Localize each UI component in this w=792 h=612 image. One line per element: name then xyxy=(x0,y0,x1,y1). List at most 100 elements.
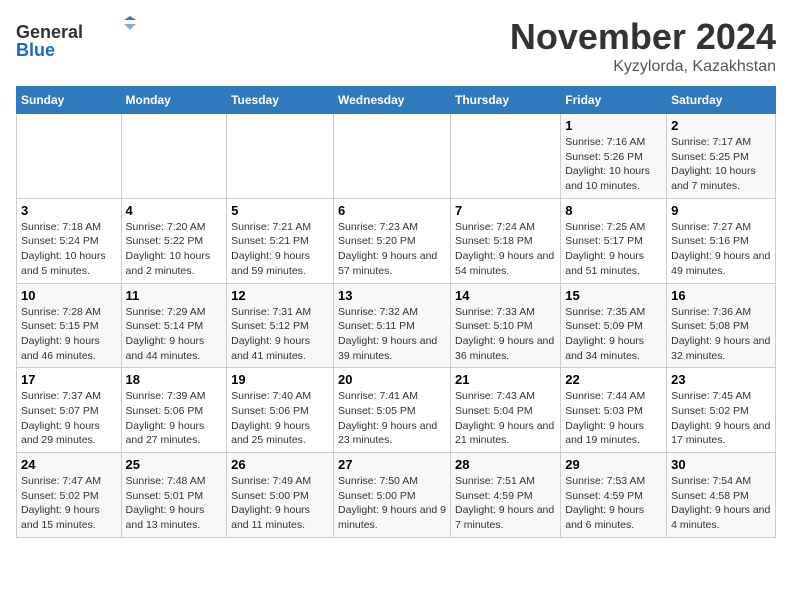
table-cell: 20 Sunrise: 7:41 AM Sunset: 5:05 PM Dayli… xyxy=(334,368,451,453)
table-cell: 16Sunrise: 7:36 AM Sunset: 5:08 PM Dayli… xyxy=(667,283,776,368)
table-cell: 9Sunrise: 7:27 AM Sunset: 5:16 PM Daylig… xyxy=(667,198,776,283)
table-cell: 22 Sunrise: 7:44 AM Sunset: 5:03 PM Dayli… xyxy=(561,368,667,453)
day-info: Sunrise: 7:53 AM Sunset: 4:59 PM Dayligh… xyxy=(565,474,662,533)
day-number: 19 xyxy=(231,372,329,387)
location-title: Kyzylorda, Kazakhstan xyxy=(510,58,776,76)
table-cell: 27Sunrise: 7:50 AM Sunset: 5:00 PM Dayli… xyxy=(334,453,451,538)
table-cell: 18 Sunrise: 7:39 AM Sunset: 5:06 PM Dayli… xyxy=(121,368,227,453)
table-cell: 19Sunrise: 7:40 AM Sunset: 5:06 PM Dayli… xyxy=(227,368,334,453)
table-cell: 6 Sunrise: 7:23 AM Sunset: 5:20 PM Daylig… xyxy=(334,198,451,283)
table-cell: 25 Sunrise: 7:48 AM Sunset: 5:01 PM Dayli… xyxy=(121,453,227,538)
week-row-2: 3 Sunrise: 7:18 AM Sunset: 5:24 PM Daylig… xyxy=(17,198,776,283)
table-cell: 5 Sunrise: 7:21 AM Sunset: 5:21 PM Daylig… xyxy=(227,198,334,283)
table-cell: 4 Sunrise: 7:20 AM Sunset: 5:22 PM Daylig… xyxy=(121,198,227,283)
table-cell: 1 Sunrise: 7:16 AM Sunset: 5:26 PM Daylig… xyxy=(561,114,667,199)
day-number: 20 xyxy=(338,372,446,387)
table-cell: 15Sunrise: 7:35 AM Sunset: 5:09 PM Dayli… xyxy=(561,283,667,368)
logo-icon: General Blue xyxy=(16,16,136,61)
day-number: 2 xyxy=(671,118,771,133)
table-cell: 7Sunrise: 7:24 AM Sunset: 5:18 PM Daylig… xyxy=(450,198,560,283)
day-number: 1 xyxy=(565,118,662,133)
day-info: Sunrise: 7:36 AM Sunset: 5:08 PM Dayligh… xyxy=(671,305,771,364)
day-info: Sunrise: 7:27 AM Sunset: 5:16 PM Dayligh… xyxy=(671,220,771,279)
day-number: 26 xyxy=(231,457,329,472)
day-info: Sunrise: 7:50 AM Sunset: 5:00 PM Dayligh… xyxy=(338,474,446,533)
table-cell xyxy=(227,114,334,199)
header-thursday: Thursday xyxy=(450,87,560,114)
day-number: 30 xyxy=(671,457,771,472)
svg-text:General: General xyxy=(16,22,83,42)
table-cell: 11Sunrise: 7:29 AM Sunset: 5:14 PM Dayli… xyxy=(121,283,227,368)
day-number: 4 xyxy=(126,203,223,218)
header-wednesday: Wednesday xyxy=(334,87,451,114)
day-number: 25 xyxy=(126,457,223,472)
week-row-5: 24 Sunrise: 7:47 AM Sunset: 5:02 PM Dayli… xyxy=(17,453,776,538)
day-info: Sunrise: 7:37 AM Sunset: 5:07 PM Dayligh… xyxy=(21,389,117,448)
day-info: Sunrise: 7:49 AM Sunset: 5:00 PM Dayligh… xyxy=(231,474,329,533)
day-number: 28 xyxy=(455,457,556,472)
title-block: November 2024 Kyzylorda, Kazakhstan xyxy=(510,16,776,76)
day-info: Sunrise: 7:41 AM Sunset: 5:05 PM Dayligh… xyxy=(338,389,446,448)
day-number: 24 xyxy=(21,457,117,472)
header-sunday: Sunday xyxy=(17,87,122,114)
header-monday: Monday xyxy=(121,87,227,114)
day-number: 13 xyxy=(338,288,446,303)
calendar-table: SundayMondayTuesdayWednesdayThursdayFrid… xyxy=(16,86,776,538)
table-cell xyxy=(17,114,122,199)
header-saturday: Saturday xyxy=(667,87,776,114)
day-info: Sunrise: 7:32 AM Sunset: 5:11 PM Dayligh… xyxy=(338,305,446,364)
day-info: Sunrise: 7:33 AM Sunset: 5:10 PM Dayligh… xyxy=(455,305,556,364)
table-cell: 3 Sunrise: 7:18 AM Sunset: 5:24 PM Daylig… xyxy=(17,198,122,283)
table-cell: 28Sunrise: 7:51 AM Sunset: 4:59 PM Dayli… xyxy=(450,453,560,538)
day-number: 11 xyxy=(126,288,223,303)
calendar-header: SundayMondayTuesdayWednesdayThursdayFrid… xyxy=(17,87,776,114)
day-info: Sunrise: 7:47 AM Sunset: 5:02 PM Dayligh… xyxy=(21,474,117,533)
day-info: Sunrise: 7:20 AM Sunset: 5:22 PM Dayligh… xyxy=(126,220,223,279)
page-header: General Blue November 2024 Kyzylorda, Ka… xyxy=(16,16,776,76)
svg-text:Blue: Blue xyxy=(16,40,55,60)
day-info: Sunrise: 7:54 AM Sunset: 4:58 PM Dayligh… xyxy=(671,474,771,533)
table-cell: 17 Sunrise: 7:37 AM Sunset: 5:07 PM Dayli… xyxy=(17,368,122,453)
day-info: Sunrise: 7:48 AM Sunset: 5:01 PM Dayligh… xyxy=(126,474,223,533)
table-cell: 13 Sunrise: 7:32 AM Sunset: 5:11 PM Dayli… xyxy=(334,283,451,368)
table-cell: 10Sunrise: 7:28 AM Sunset: 5:15 PM Dayli… xyxy=(17,283,122,368)
week-row-3: 10Sunrise: 7:28 AM Sunset: 5:15 PM Dayli… xyxy=(17,283,776,368)
day-number: 5 xyxy=(231,203,329,218)
day-number: 3 xyxy=(21,203,117,218)
day-info: Sunrise: 7:23 AM Sunset: 5:20 PM Dayligh… xyxy=(338,220,446,279)
table-cell: 12 Sunrise: 7:31 AM Sunset: 5:12 PM Dayli… xyxy=(227,283,334,368)
day-info: Sunrise: 7:35 AM Sunset: 5:09 PM Dayligh… xyxy=(565,305,662,364)
day-info: Sunrise: 7:31 AM Sunset: 5:12 PM Dayligh… xyxy=(231,305,329,364)
day-info: Sunrise: 7:18 AM Sunset: 5:24 PM Dayligh… xyxy=(21,220,117,279)
day-info: Sunrise: 7:16 AM Sunset: 5:26 PM Dayligh… xyxy=(565,135,662,194)
day-number: 8 xyxy=(565,203,662,218)
day-info: Sunrise: 7:45 AM Sunset: 5:02 PM Dayligh… xyxy=(671,389,771,448)
logo: General Blue xyxy=(16,16,136,61)
day-info: Sunrise: 7:43 AM Sunset: 5:04 PM Dayligh… xyxy=(455,389,556,448)
day-info: Sunrise: 7:17 AM Sunset: 5:25 PM Dayligh… xyxy=(671,135,771,194)
table-cell: 26 Sunrise: 7:49 AM Sunset: 5:00 PM Dayli… xyxy=(227,453,334,538)
table-cell: 29Sunrise: 7:53 AM Sunset: 4:59 PM Dayli… xyxy=(561,453,667,538)
day-info: Sunrise: 7:39 AM Sunset: 5:06 PM Dayligh… xyxy=(126,389,223,448)
day-number: 12 xyxy=(231,288,329,303)
table-cell xyxy=(121,114,227,199)
table-cell: 30 Sunrise: 7:54 AM Sunset: 4:58 PM Dayli… xyxy=(667,453,776,538)
day-number: 18 xyxy=(126,372,223,387)
day-number: 21 xyxy=(455,372,556,387)
header-row: SundayMondayTuesdayWednesdayThursdayFrid… xyxy=(17,87,776,114)
table-cell: 2 Sunrise: 7:17 AM Sunset: 5:25 PM Daylig… xyxy=(667,114,776,199)
day-number: 23 xyxy=(671,372,771,387)
day-number: 10 xyxy=(21,288,117,303)
table-cell: 23 Sunrise: 7:45 AM Sunset: 5:02 PM Dayli… xyxy=(667,368,776,453)
day-number: 6 xyxy=(338,203,446,218)
table-cell xyxy=(450,114,560,199)
table-cell: 21 Sunrise: 7:43 AM Sunset: 5:04 PM Dayli… xyxy=(450,368,560,453)
day-number: 17 xyxy=(21,372,117,387)
day-number: 14 xyxy=(455,288,556,303)
table-cell: 14 Sunrise: 7:33 AM Sunset: 5:10 PM Dayli… xyxy=(450,283,560,368)
day-info: Sunrise: 7:24 AM Sunset: 5:18 PM Dayligh… xyxy=(455,220,556,279)
day-info: Sunrise: 7:21 AM Sunset: 5:21 PM Dayligh… xyxy=(231,220,329,279)
header-tuesday: Tuesday xyxy=(227,87,334,114)
day-number: 22 xyxy=(565,372,662,387)
day-info: Sunrise: 7:44 AM Sunset: 5:03 PM Dayligh… xyxy=(565,389,662,448)
